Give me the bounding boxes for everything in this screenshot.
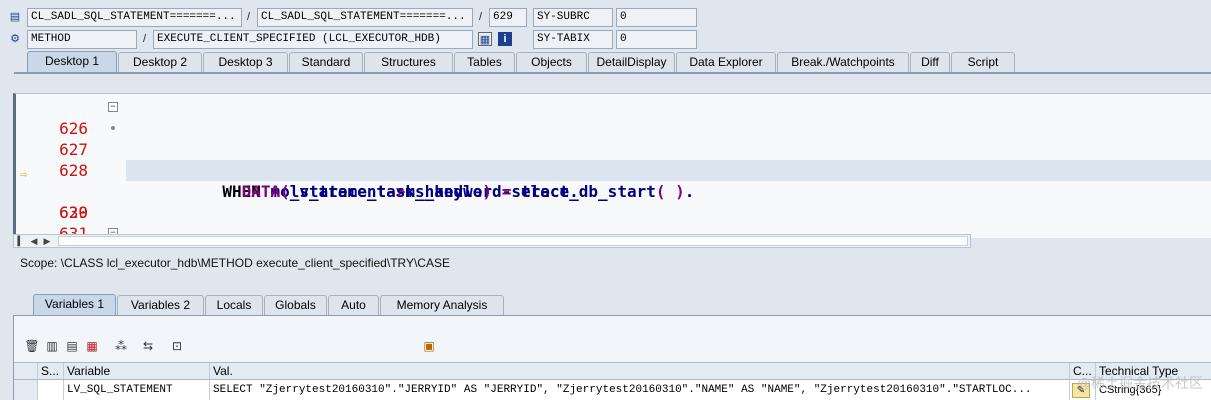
sy-tabix-label: SY-TABIX: [533, 30, 613, 49]
program-icon: ▤: [9, 11, 21, 23]
tab-diff[interactable]: Diff: [910, 52, 950, 72]
column-header-value[interactable]: Val.: [210, 363, 1070, 379]
delete-all-icon[interactable]: ▥: [44, 338, 60, 354]
separator-slash: /: [143, 33, 147, 45]
code-line: 628 DATA(lv_trace_task_handle) = trace_d…: [16, 139, 1211, 201]
tab-memory-analysis[interactable]: Memory Analysis: [380, 295, 504, 315]
tab-variables-2[interactable]: Variables 2: [117, 295, 204, 315]
event-icon: ⚙: [10, 33, 20, 45]
tab-structures[interactable]: Structures: [364, 52, 453, 72]
event-name-field[interactable]: EXECUTE_CLIENT_SPECIFIED (LCL_EXECUTOR_H…: [153, 30, 473, 49]
watermark: @稀土掘金技术社区: [1076, 375, 1203, 391]
tab-objects[interactable]: Objects: [516, 52, 587, 72]
scope-path: Scope: \CLASS lcl_executor_hdb\METHOD ex…: [20, 256, 450, 270]
include-program-field[interactable]: CL_SADL_SQL_STATEMENT=======...: [257, 8, 473, 27]
info-icon[interactable]: i: [498, 32, 512, 46]
code-line-current: ⇨ 629 DATA(lo_result) = lo_statement->ex…: [16, 160, 1211, 222]
scrollbar-grip-icon: ▍: [17, 236, 25, 246]
variables-panel: 🗑 ▥ ▤ ▦ ⁂ ⇆ ⊡ ▣ S... Variable Val. C... …: [13, 315, 1211, 400]
sy-tabix-value[interactable]: 0: [616, 30, 697, 49]
column-header-status[interactable]: S...: [38, 363, 64, 379]
tab-standard[interactable]: Standard: [289, 52, 363, 72]
separator-slash: /: [247, 11, 251, 23]
variable-name-cell[interactable]: LV_SQL_STATEMENT: [64, 380, 210, 400]
delete-icon[interactable]: 🗑: [24, 338, 40, 354]
current-line-highlight: [126, 160, 1211, 181]
navigate-icon[interactable]: ⇆: [140, 338, 156, 354]
scroll-left-icon[interactable]: ◀: [27, 235, 41, 247]
tab-auto[interactable]: Auto: [328, 295, 379, 315]
tab-variables-1[interactable]: Variables 1: [33, 294, 116, 316]
editor-horizontal-scrollbar[interactable]: ▍ ◀ ▶: [13, 234, 971, 248]
column-header-variable[interactable]: Variable: [64, 363, 210, 379]
fold-toggle[interactable]: −: [108, 102, 118, 112]
tab-tables[interactable]: Tables: [454, 52, 515, 72]
export-icon[interactable]: ▤: [64, 338, 80, 354]
source-code-editor[interactable]: 626 − CASE get_first_keyword( ). 627 WHE…: [13, 93, 1211, 238]
sy-subrc-value[interactable]: 0: [616, 8, 697, 27]
status-cell: [38, 380, 64, 400]
tab-break-watchpoints[interactable]: Break./Watchpoints: [777, 52, 909, 72]
tab-globals[interactable]: Globals: [264, 295, 327, 315]
event-type-field[interactable]: METHOD: [27, 30, 137, 49]
tab-data-explorer[interactable]: Data Explorer: [676, 52, 776, 72]
tab-locals[interactable]: Locals: [205, 295, 263, 315]
main-program-field[interactable]: CL_SADL_SQL_STATEMENT=======...: [27, 8, 242, 27]
scrollbar-thumb[interactable]: [58, 236, 968, 246]
import-icon[interactable]: ▦: [84, 338, 100, 354]
grid-header: S... Variable Val. C... Technical Type: [14, 362, 1211, 380]
code-line: 631 DATA(lt_fields) = it_fields.: [16, 202, 1211, 238]
row-selector[interactable]: [14, 380, 38, 400]
code-line: 627 WHEN mo_statement->ms_keyword-select…: [16, 118, 1211, 201]
tab-script[interactable]: Script: [951, 52, 1015, 72]
separator-slash: /: [479, 11, 483, 23]
tab-desktop-2[interactable]: Desktop 2: [118, 52, 202, 72]
tab-desktop-3[interactable]: Desktop 3: [203, 52, 288, 72]
tab-detaildisplay[interactable]: DetailDisplay: [588, 52, 675, 72]
display-source-icon[interactable]: ▦: [478, 32, 492, 46]
code-line: 630: [16, 181, 1211, 222]
code-line: 626 − CASE get_first_keyword( ).: [16, 97, 1211, 180]
column-selector[interactable]: [14, 363, 38, 379]
sy-subrc-label: SY-SUBRC: [533, 8, 613, 27]
tab-underline: [14, 72, 1211, 74]
scroll-right-icon[interactable]: ▶: [40, 235, 54, 247]
hierarchy-icon[interactable]: ⁂: [113, 338, 129, 354]
save-icon[interactable]: ▣: [421, 338, 437, 354]
table-row[interactable]: LV_SQL_STATEMENT SELECT "Zjerrytest20160…: [14, 380, 1211, 400]
filter-icon[interactable]: ⊡: [169, 338, 185, 354]
variable-value-cell[interactable]: SELECT "Zjerrytest20160310"."JERRYID" AS…: [210, 380, 1070, 400]
tab-desktop-1[interactable]: Desktop 1: [27, 51, 117, 73]
line-number-field[interactable]: 629: [489, 8, 527, 27]
fold-marker: [111, 126, 115, 130]
debugger-window: ▤ CL_SADL_SQL_STATEMENT=======... / CL_S…: [0, 0, 1211, 400]
